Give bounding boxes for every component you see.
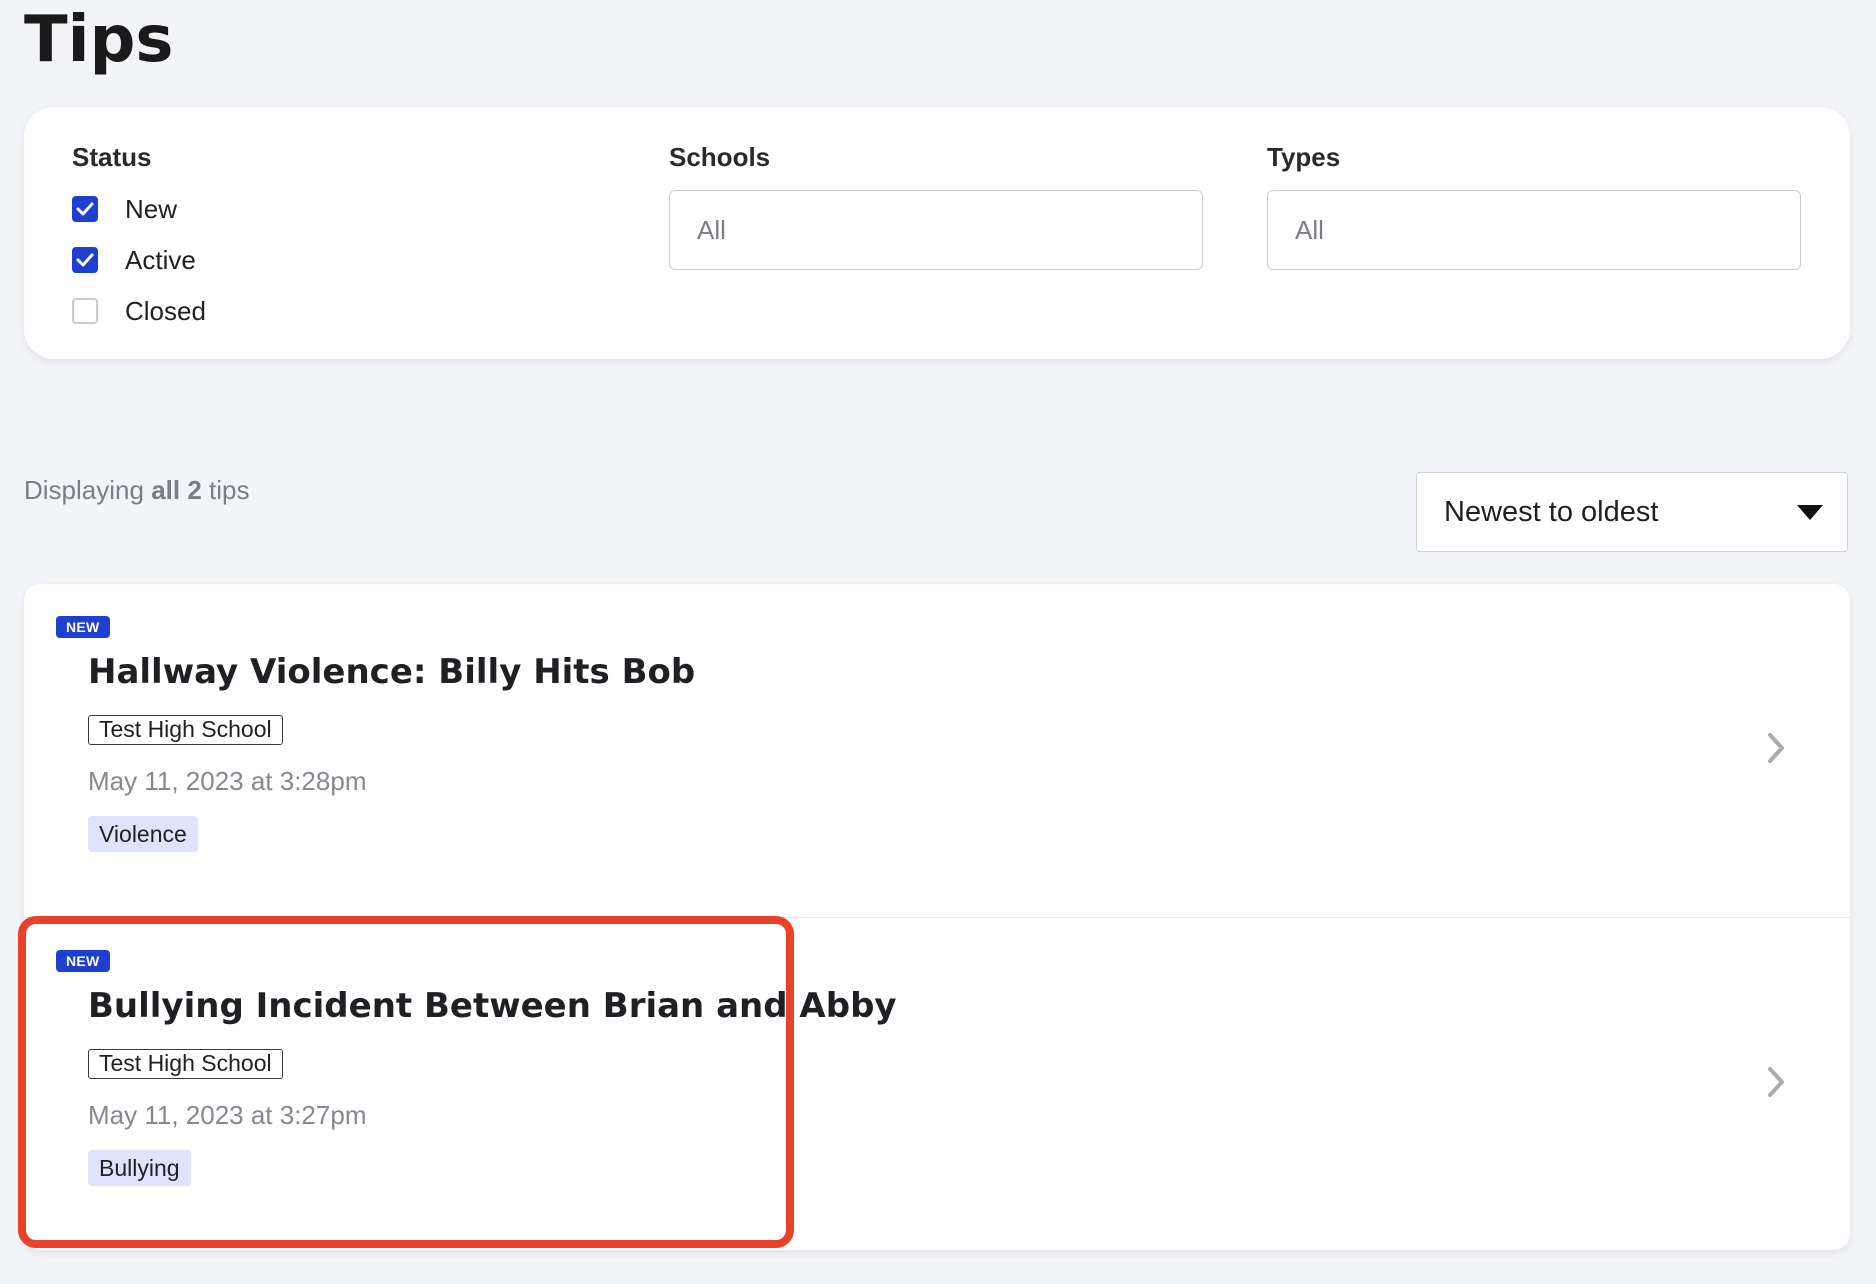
- results-count: Displaying all 2 tips: [24, 475, 249, 506]
- results-count-suffix: tips: [209, 475, 250, 505]
- tip-title[interactable]: Hallway Violence: Billy Hits Bob: [88, 652, 695, 692]
- types-select[interactable]: All: [1267, 190, 1801, 270]
- chevron-right-icon[interactable]: [1766, 1066, 1786, 1098]
- schools-filter-label: Schools: [669, 142, 771, 172]
- status-option-label: Active: [125, 244, 196, 275]
- page-title: Tips: [24, 3, 174, 77]
- new-badge: NEW: [56, 616, 110, 638]
- types-select-value: All: [1295, 214, 1324, 245]
- status-option-label: Closed: [125, 295, 206, 326]
- schools-select[interactable]: All: [669, 190, 1203, 270]
- type-tag: Violence: [88, 816, 198, 852]
- sort-select-value: Newest to oldest: [1444, 495, 1659, 528]
- status-checkbox-closed[interactable]: Closed: [72, 295, 206, 327]
- status-option-label: New: [125, 193, 178, 224]
- tip-row[interactable]: NEW Bullying Incident Between Brian and …: [24, 917, 1850, 1250]
- results-count-prefix: Displaying: [24, 475, 144, 505]
- schools-select-value: All: [697, 214, 726, 245]
- checkbox-checked-icon[interactable]: [72, 247, 98, 273]
- results-count-value: all 2: [151, 475, 202, 505]
- filter-panel: Status New Active Closed Schools All Typ…: [24, 107, 1850, 359]
- tip-title[interactable]: Bullying Incident Between Brian and Abby: [88, 986, 897, 1026]
- status-filter-label: Status: [72, 142, 152, 172]
- school-tag: Test High School: [88, 715, 283, 745]
- checkbox-unchecked-icon[interactable]: [72, 298, 98, 324]
- status-checkbox-new[interactable]: New: [72, 193, 177, 225]
- types-filter-label: Types: [1267, 142, 1341, 172]
- school-tag: Test High School: [88, 1049, 283, 1079]
- tip-date: May 11, 2023 at 3:27pm: [88, 1100, 367, 1130]
- tips-list: NEW Hallway Violence: Billy Hits Bob Tes…: [24, 584, 1850, 1250]
- new-badge: NEW: [56, 950, 110, 972]
- sort-select[interactable]: Newest to oldest: [1416, 472, 1848, 552]
- status-checkbox-active[interactable]: Active: [72, 244, 196, 276]
- tip-date: May 11, 2023 at 3:28pm: [88, 766, 367, 796]
- chevron-right-icon[interactable]: [1766, 732, 1786, 764]
- type-tag: Bullying: [88, 1150, 191, 1186]
- tip-row[interactable]: NEW Hallway Violence: Billy Hits Bob Tes…: [24, 584, 1850, 917]
- checkbox-checked-icon[interactable]: [72, 196, 98, 222]
- caret-down-icon: [1797, 505, 1823, 520]
